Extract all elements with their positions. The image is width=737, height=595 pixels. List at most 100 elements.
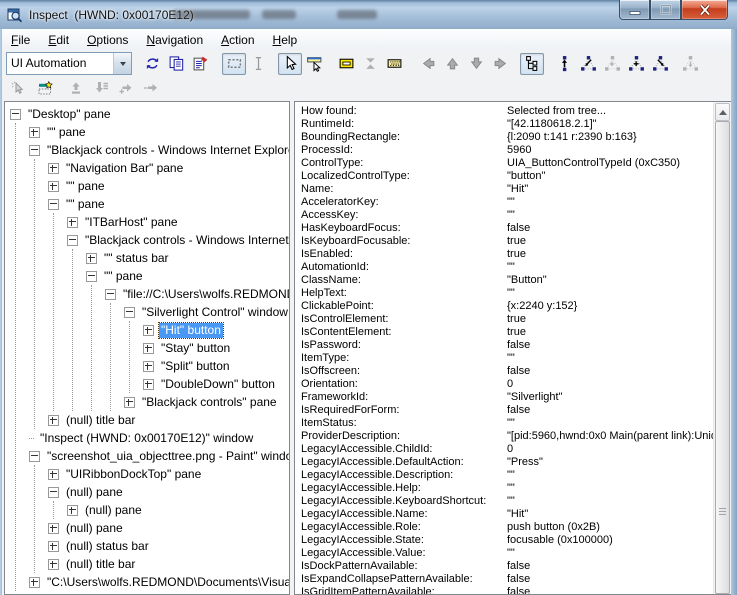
selection-mode-button[interactable] <box>278 53 302 75</box>
tree-item[interactable]: (null) status bar <box>48 537 289 555</box>
tree-item[interactable]: (null) title bar <box>48 555 289 573</box>
show-highlight-rect-button[interactable] <box>334 53 358 75</box>
tree-item-label[interactable]: "Inspect (HWND: 0x00170E12)" window <box>38 431 255 446</box>
tree-item-label[interactable]: "" pane <box>64 179 107 194</box>
goto-next-sibling-button[interactable] <box>624 53 648 75</box>
tree-item-label[interactable]: "" pane <box>45 125 88 140</box>
tree-item-label[interactable]: (null) pane <box>64 521 125 536</box>
menu-edit[interactable]: Edit <box>39 31 78 49</box>
tree-item-label[interactable]: (null) status bar <box>64 539 151 554</box>
tree-item-label[interactable]: (null) title bar <box>64 557 137 572</box>
collapse-minus-icon[interactable] <box>29 145 40 156</box>
expand-plus-icon[interactable] <box>124 397 135 408</box>
tree-item[interactable]: (null) pane <box>48 519 289 537</box>
tree-item-label[interactable]: "C:\Users\wolfs.REDMOND\Documents\Visual <box>45 575 289 590</box>
goto-parent-button[interactable] <box>552 53 576 75</box>
menu-action[interactable]: Action <box>212 31 263 49</box>
properties-button[interactable] <box>188 53 212 75</box>
expand-plus-icon[interactable] <box>48 181 59 192</box>
maximize-button[interactable] <box>650 0 681 20</box>
api-mode-selector-combobox[interactable]: UI Automation <box>6 52 132 75</box>
combobox-dropdown-button[interactable] <box>113 53 131 74</box>
expand-plus-icon[interactable] <box>29 577 40 588</box>
tree-item-label[interactable]: "screenshot_uia_objecttree.png - Paint" … <box>45 449 289 464</box>
titlebar[interactable]: Inspect (HWND: 0x00170E12) <box>0 0 737 29</box>
tree-item[interactable]: "Split" button <box>143 357 289 375</box>
tree-item[interactable]: "file://C:\Users\wolfs.REDMOND <box>105 285 289 303</box>
tree-item[interactable]: "Blackjack controls - Windows Internet E… <box>67 231 289 249</box>
expand-plus-icon[interactable] <box>48 163 59 174</box>
tree-item[interactable]: "Blackjack controls" pane <box>124 393 289 411</box>
tree-item-label[interactable]: "Stay" button <box>159 341 232 356</box>
expand-plus-icon[interactable] <box>48 541 59 552</box>
collapse-minus-icon[interactable] <box>105 289 116 300</box>
refresh-button[interactable] <box>140 53 164 75</box>
tree-item-label[interactable]: "ITBarHost" pane <box>83 215 180 230</box>
minimize-button[interactable] <box>619 0 650 20</box>
tree-item[interactable]: (null) pane <box>67 501 289 519</box>
tree-item[interactable]: "Desktop" pane <box>10 105 289 123</box>
uia-tree-panel[interactable]: "Desktop" pane "" pane "Blackjack controls… <box>4 101 290 595</box>
tree-item[interactable]: "Silverlight Control" window <box>124 303 289 321</box>
tree-item-label[interactable]: "" pane <box>102 269 145 284</box>
expand-plus-icon[interactable] <box>143 379 154 390</box>
tree-item[interactable]: "ITBarHost" pane <box>67 213 289 231</box>
tree-item[interactable]: "" pane <box>48 177 289 195</box>
tree-item-label[interactable]: "" status bar <box>102 251 171 266</box>
hover-mode-button[interactable] <box>302 53 326 75</box>
tree-view-mode-button[interactable] <box>520 53 544 75</box>
tree-item[interactable]: "Hit" button <box>143 321 289 339</box>
tree-item[interactable]: "Blackjack controls - Windows Internet E… <box>29 141 289 159</box>
expand-plus-icon[interactable] <box>48 523 59 534</box>
tree-item-label[interactable]: (null) pane <box>83 503 144 518</box>
tree-item-label[interactable]: "DoubleDown" button <box>159 377 277 392</box>
goto-last-child-button[interactable] <box>648 53 672 75</box>
scrollbar-thumb[interactable] <box>715 121 730 594</box>
tree-item-label[interactable]: "file://C:\Users\wolfs.REDMOND <box>121 287 289 302</box>
collapse-minus-icon[interactable] <box>29 451 40 462</box>
tree-item[interactable]: "" status bar <box>86 249 289 267</box>
scroll-up-button[interactable] <box>715 103 730 121</box>
menu-navigation[interactable]: Navigation <box>137 31 212 49</box>
tree-item[interactable]: "Navigation Bar" pane <box>48 159 289 177</box>
collapse-minus-icon[interactable] <box>48 487 59 498</box>
expand-plus-icon[interactable] <box>143 325 154 336</box>
focus-tracking-button[interactable] <box>33 78 56 98</box>
expand-plus-icon[interactable] <box>48 415 59 426</box>
tree-item-label[interactable]: (null) title bar <box>64 413 137 428</box>
tree-item-label[interactable]: "Blackjack controls - Windows Internet E… <box>83 233 289 248</box>
expand-plus-icon[interactable] <box>143 361 154 372</box>
goto-first-child-button[interactable] <box>576 53 600 75</box>
tree-item-label[interactable]: "Blackjack controls - Windows Internet E… <box>45 143 289 158</box>
tree-item-label[interactable]: "" pane <box>64 197 107 212</box>
tree-item-label[interactable]: "UIRibbonDockTop" pane <box>64 467 203 482</box>
show-caret-rect-button[interactable] <box>382 53 406 75</box>
tree-item[interactable]: "Stay" button <box>143 339 289 357</box>
expand-plus-icon[interactable] <box>143 343 154 354</box>
properties-scrollbar[interactable] <box>713 102 731 594</box>
menu-file[interactable]: File <box>2 31 39 49</box>
collapse-minus-icon[interactable] <box>10 109 21 120</box>
tree-item[interactable]: (null) pane <box>48 483 289 501</box>
tree-item[interactable]: "" pane <box>86 267 289 285</box>
copy-button[interactable] <box>164 53 188 75</box>
properties-panel[interactable]: How found:Selected from tree...RuntimeId… <box>294 101 732 595</box>
menu-options[interactable]: Options <box>78 31 137 49</box>
tree-item[interactable]: "screenshot_uia_objecttree.png - Paint" … <box>29 447 289 465</box>
tree-item-label[interactable]: "Desktop" pane <box>26 107 113 122</box>
tree-item-label[interactable]: "Navigation Bar" pane <box>64 161 185 176</box>
expand-plus-icon[interactable] <box>86 253 97 264</box>
tree-item-label-selected[interactable]: "Hit" button <box>159 323 223 338</box>
tree-item[interactable]: "" pane <box>48 195 289 213</box>
highlight-toggle-button[interactable] <box>222 53 246 75</box>
tree-item[interactable]: "UIRibbonDockTop" pane <box>48 465 289 483</box>
expand-plus-icon[interactable] <box>67 505 78 516</box>
expand-plus-icon[interactable] <box>67 217 78 228</box>
tree-item-label[interactable]: "Split" button <box>159 359 232 374</box>
tree-item-label[interactable]: "Blackjack controls" pane <box>140 395 279 410</box>
tree-item[interactable]: "C:\Users\wolfs.REDMOND\Documents\Visual <box>29 573 289 591</box>
collapse-minus-icon[interactable] <box>86 271 97 282</box>
tree-item[interactable]: "Inspect (HWND: 0x00170E12)" window <box>29 429 289 447</box>
tree-item-label[interactable]: (null) pane <box>64 485 125 500</box>
expand-plus-icon[interactable] <box>29 127 40 138</box>
